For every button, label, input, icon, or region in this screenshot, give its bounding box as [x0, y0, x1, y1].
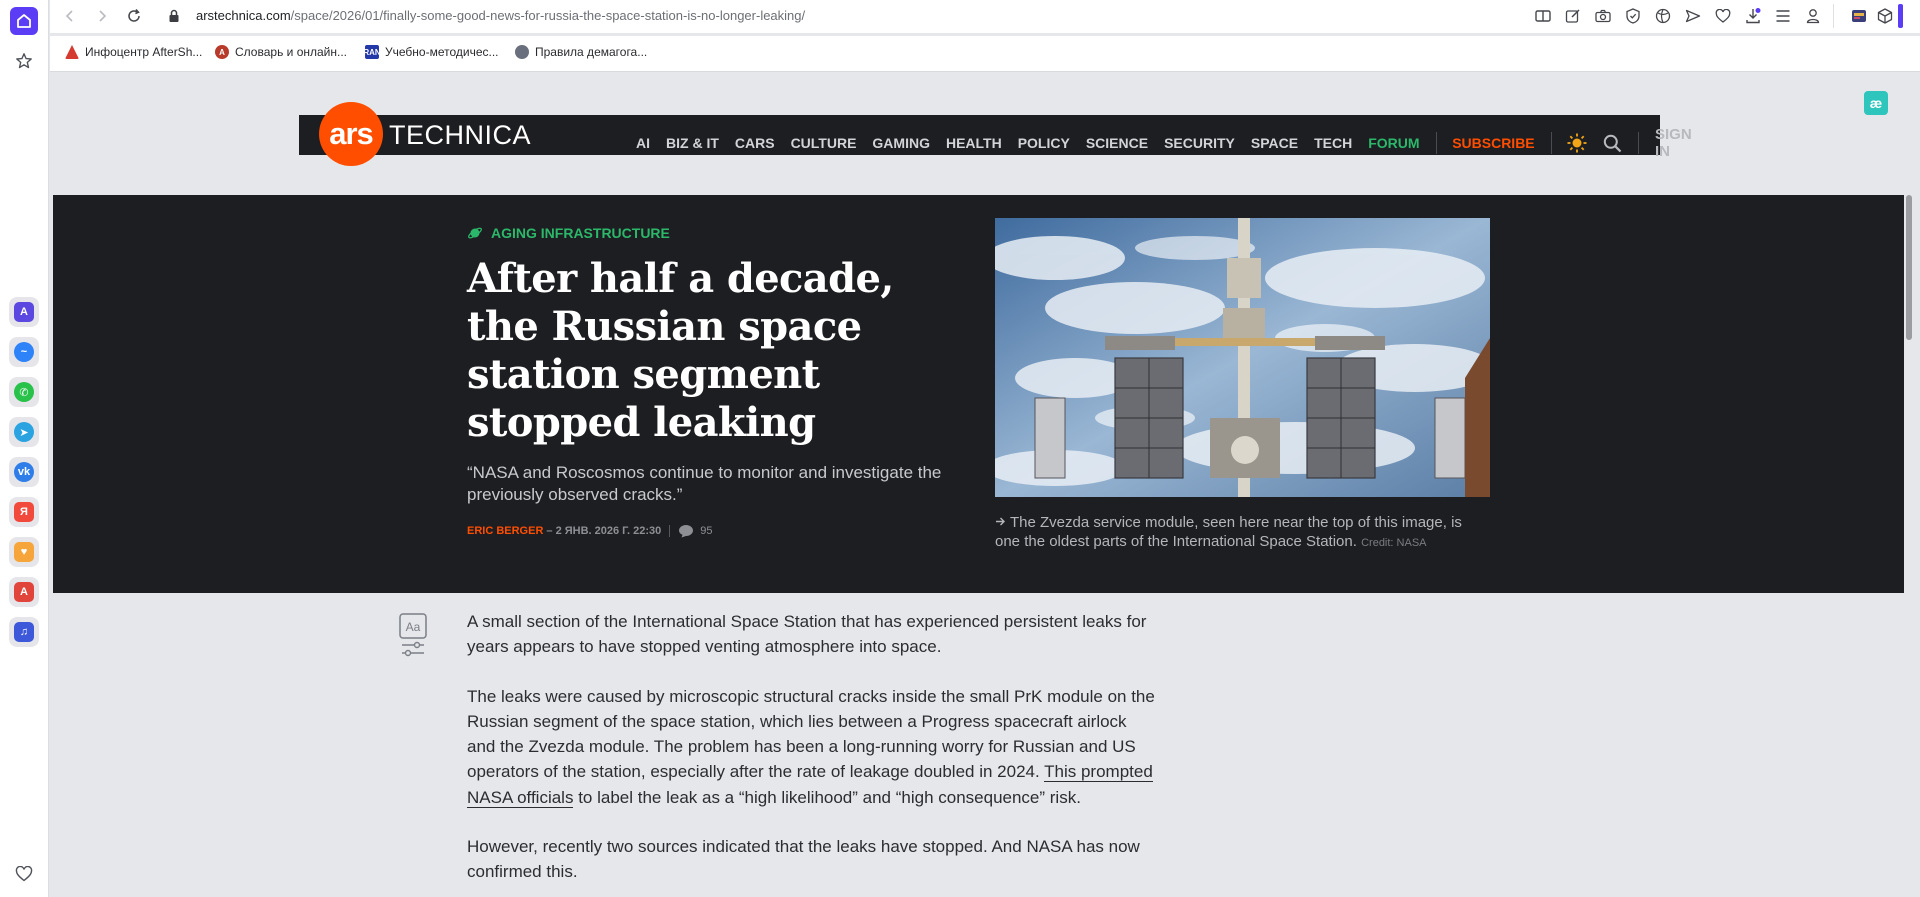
telegram-icon[interactable]: ➤: [9, 417, 39, 447]
page-scrollbar[interactable]: [1906, 195, 1912, 340]
home-icon[interactable]: [10, 7, 38, 35]
article-category[interactable]: AGING INFRASTRUCTURE: [467, 225, 670, 241]
address-bar[interactable]: arstechnica.com/space/2026/01/finally-so…: [196, 8, 805, 23]
nav-forum[interactable]: FORUM: [1368, 135, 1419, 151]
nav-culture[interactable]: CULTURE: [791, 135, 857, 151]
svg-text:Aa: Aa: [406, 620, 421, 634]
translate-icon[interactable]: A: [9, 577, 39, 607]
extension-badge[interactable]: æ: [1864, 91, 1888, 115]
reload-icon[interactable]: [124, 6, 144, 26]
article-hero: AGING INFRASTRUCTURE After half a decade…: [53, 195, 1904, 593]
vpn-globe-icon[interactable]: [1653, 6, 1673, 26]
caption-credit: Credit: NASA: [1361, 537, 1427, 549]
cube-icon[interactable]: [1875, 6, 1895, 26]
nav-gaming[interactable]: GAMING: [872, 135, 930, 151]
profile-icon[interactable]: [1803, 6, 1823, 26]
download-icon[interactable]: [1743, 6, 1763, 26]
bookmark-item[interactable]: RAN Учебно-методичес...: [363, 45, 499, 59]
star-icon[interactable]: [10, 47, 38, 75]
site-logo[interactable]: ars: [319, 102, 383, 166]
site-logo-text[interactable]: TECHNICA: [389, 120, 531, 151]
pinboard-icon[interactable]: ♥: [9, 537, 39, 567]
bookmark-item[interactable]: A Словарь и онлайн...: [215, 45, 347, 59]
nav-space[interactable]: SPACE: [1251, 135, 1298, 151]
bookmarks-bar: Инфоцентр AfterSh... A Словарь и онлайн.…: [50, 36, 1920, 72]
nav-tech[interactable]: TECH: [1314, 135, 1352, 151]
paragraph: The leaks were caused by microscopic str…: [467, 686, 1155, 808]
article-date: – 2 ЯНВ. 2026 Г. 22:30: [546, 525, 662, 537]
expand-arrow-icon[interactable]: [995, 513, 1006, 532]
paragraph: However, recently two sources indicated …: [467, 837, 1140, 882]
nav-security[interactable]: SECURITY: [1164, 135, 1235, 151]
site-header: ars TECHNICA AI BIZ & IT CARS CULTURE GA…: [299, 102, 1692, 166]
messenger-icon[interactable]: ~: [9, 337, 39, 367]
warning-icon: [65, 45, 79, 59]
planet-icon: [467, 225, 483, 241]
bookmark-item[interactable]: Инфоцентр AfterSh...: [65, 45, 202, 59]
author-link[interactable]: ERIC BERGER: [467, 525, 543, 537]
browser-side-panel: A ~ ✆ ➤ vk Я ♥ A ♫: [0, 0, 49, 897]
person-icon: [515, 45, 529, 59]
web-page: AGING INFRASTRUCTURE After half a decade…: [53, 73, 1904, 897]
paragraph: A small section of the International Spa…: [467, 612, 1147, 657]
reader-view-icon[interactable]: [1533, 6, 1553, 26]
text-settings-icon[interactable]: Aa: [399, 613, 427, 659]
search-icon[interactable]: [1603, 134, 1622, 153]
camera-icon[interactable]: [1593, 6, 1613, 26]
shield-icon[interactable]: [1623, 6, 1643, 26]
hero-image[interactable]: [995, 218, 1490, 497]
whatsapp-icon[interactable]: ✆: [9, 377, 39, 407]
wallet-extension-icon[interactable]: [1849, 6, 1869, 26]
aria-icon[interactable]: A: [9, 297, 39, 327]
yandex-icon[interactable]: Я: [9, 497, 39, 527]
forward-icon[interactable]: [92, 6, 112, 26]
article-byline: ERIC BERGER – 2 ЯНВ. 2026 Г. 22:30 95: [467, 524, 713, 538]
image-caption: The Zvezda service module, seen here nea…: [995, 513, 1462, 550]
nav-ai[interactable]: AI: [636, 135, 650, 151]
nav-cars[interactable]: CARS: [735, 135, 775, 151]
sign-in-link[interactable]: SIGN IN: [1655, 126, 1693, 160]
music-icon[interactable]: ♫: [9, 617, 39, 647]
nav-health[interactable]: HEALTH: [946, 135, 1002, 151]
menu-icon[interactable]: [1773, 6, 1793, 26]
browser-toolbar: arstechnica.com/space/2026/01/finally-so…: [50, 0, 1920, 33]
comment-count[interactable]: 95: [700, 525, 712, 537]
rsl-icon: RAN: [363, 45, 381, 59]
edit-icon[interactable]: [1563, 6, 1583, 26]
article-title: After half a decade, the Russian space s…: [467, 255, 894, 446]
send-icon[interactable]: [1683, 6, 1703, 26]
subscribe-link[interactable]: SUBSCRIBE: [1452, 135, 1534, 151]
dictionary-icon: A: [215, 45, 229, 59]
comment-icon[interactable]: [678, 524, 694, 538]
heart-icon[interactable]: [10, 860, 38, 888]
favorite-heart-icon[interactable]: [1713, 6, 1733, 26]
vk-icon[interactable]: vk: [9, 457, 39, 487]
lock-icon[interactable]: [164, 6, 184, 26]
nav-policy[interactable]: POLICY: [1018, 135, 1070, 151]
nav-science[interactable]: SCIENCE: [1086, 135, 1148, 151]
sidebar-accent-strip: [1898, 4, 1903, 28]
nav-biz-it[interactable]: BIZ & IT: [666, 135, 719, 151]
article-body: A small section of the International Spa…: [467, 609, 1157, 897]
back-icon[interactable]: [60, 6, 80, 26]
bookmark-item[interactable]: Правила демагога...: [515, 45, 647, 59]
theme-sun-icon[interactable]: [1567, 133, 1587, 153]
site-nav: AI BIZ & IT CARS CULTURE GAMING HEALTH P…: [636, 126, 1693, 160]
article-dek: “NASA and Roscosmos continue to monitor …: [467, 463, 942, 504]
